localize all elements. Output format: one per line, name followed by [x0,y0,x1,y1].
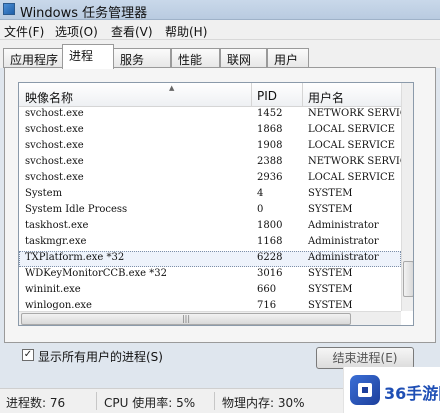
cell-image-name: taskhost.exe [25,220,89,231]
cell-pid: 4 [257,188,264,199]
title-bar: Windows 任务管理器 [0,0,440,21]
process-row[interactable]: System 4 SYSTEM [19,187,401,203]
cell-image-name: TXPlatform.exe *32 [25,252,125,263]
process-row[interactable]: svchost.exe 2388 NETWORK SERVICE [19,155,413,171]
cell-user-name: LOCAL SERVICE [308,124,395,135]
cell-pid: 1452 [257,108,283,119]
column-pid[interactable]: PID [257,89,277,103]
cell-image-name: WDKeyMonitorCCB.exe *32 [25,268,167,279]
cell-pid: 1800 [257,220,283,231]
process-list[interactable]: ▲ 映像名称 PID 用户名 svchost.exe 1452 NETWORK SE… [18,82,414,326]
cell-user-name: NETWORK SERVICE [308,108,414,119]
process-row[interactable]: wininit.exe 660 SYSTEM [19,283,401,299]
vertical-scroll-thumb[interactable] [403,261,413,297]
menu-help[interactable]: 帮助(H) [165,23,207,40]
cell-user-name: LOCAL SERVICE [308,140,395,151]
tab-performance[interactable]: 性能 [171,48,220,68]
show-all-checkbox[interactable]: ✓ [22,349,34,361]
cell-user-name: SYSTEM [308,300,353,311]
status-cpu-usage: CPU 使用率: 5% [104,396,196,410]
process-row[interactable]: TXPlatform.exe *32 6228 Administrator [19,251,401,267]
tab-applications[interactable]: 应用程序 [3,48,63,68]
process-row[interactable]: svchost.exe 2936 LOCAL SERVICE [19,171,401,187]
cell-pid: 6228 [257,252,283,263]
process-row[interactable]: svchost.exe 1868 LOCAL SERVICE [19,123,401,139]
cell-pid: 3016 [257,268,283,279]
menu-bar: 文件(F) 选项(O) 查看(V) 帮助(H) [0,20,440,40]
process-row[interactable]: taskmgr.exe 1168 Administrator [19,235,401,251]
cell-image-name: winlogon.exe [25,300,92,311]
cell-pid: 716 [257,300,277,311]
cell-user-name: SYSTEM [308,268,353,279]
cell-image-name: wininit.exe [25,284,81,295]
menu-view[interactable]: 查看(V) [111,23,153,40]
process-row[interactable]: svchost.exe 1908 LOCAL SERVICE [19,139,401,155]
status-physical-memory: 物理内存: 30% [222,396,305,410]
show-all-label[interactable]: 显示所有用户的进程(S) [38,348,163,365]
cell-pid: 2388 [257,156,283,167]
tab-processes[interactable]: 进程 [62,44,114,69]
cell-image-name: svchost.exe [25,172,84,183]
cell-user-name: SYSTEM [308,284,353,295]
sort-arrow-icon: ▲ [169,84,175,92]
cell-image-name: System Idle Process [25,204,128,215]
cell-user-name: SYSTEM [308,188,353,199]
cell-user-name: Administrator [308,236,379,247]
tab-users[interactable]: 用户 [267,48,309,68]
end-process-button[interactable]: 结束进程(E) [316,347,414,369]
tab-networking[interactable]: 联网 [220,48,267,68]
process-row[interactable]: WDKeyMonitorCCB.exe *32 3016 SYSTEM [19,267,401,283]
watermark-logo-icon [350,375,380,405]
column-divider[interactable] [251,83,252,107]
status-process-count: 进程数: 76 [6,396,66,410]
window-title: Windows 任务管理器 [20,6,148,21]
cell-user-name: LOCAL SERVICE [308,172,395,183]
horizontal-scroll-thumb[interactable]: ||| [21,313,351,325]
horizontal-scrollbar[interactable]: ||| [19,311,401,325]
column-user-name[interactable]: 用户名 [308,89,344,106]
status-divider [214,392,215,410]
watermark-text: 36手游网 [384,384,440,403]
list-header: ▲ 映像名称 PID 用户名 [19,83,401,107]
column-image-name[interactable]: 映像名称 [25,89,73,106]
status-divider [96,392,97,410]
cell-pid: 2936 [257,172,283,183]
cell-user-name: NETWORK SERVICE [308,156,414,167]
cell-pid: 0 [257,204,264,215]
tab-strip: 应用程序 进程 服务 性能 联网 用户 [0,40,440,69]
menu-options[interactable]: 选项(O) [55,23,98,40]
column-divider[interactable] [302,83,303,107]
cell-pid: 1908 [257,140,283,151]
cell-pid: 1168 [257,236,283,247]
process-row[interactable]: System Idle Process 0 SYSTEM [19,203,401,219]
process-row[interactable]: taskhost.exe 1800 Administrator [19,219,401,235]
cell-pid: 1868 [257,124,283,135]
cell-user-name: SYSTEM [308,204,353,215]
menu-file[interactable]: 文件(F) [4,23,44,40]
cell-image-name: svchost.exe [25,156,84,167]
process-rows: svchost.exe 1452 NETWORK SERVICE svchost.ex… [19,107,413,325]
cell-image-name: svchost.exe [25,108,84,119]
cell-user-name: Administrator [308,252,379,263]
vertical-scrollbar[interactable] [401,83,413,311]
task-manager-icon [3,3,15,15]
cell-image-name: System [25,188,63,199]
site-watermark: 36手游网 [343,367,440,413]
cell-image-name: svchost.exe [25,140,84,151]
tab-services[interactable]: 服务 [113,48,171,68]
cell-image-name: svchost.exe [25,124,84,135]
cell-image-name: taskmgr.exe [25,236,87,247]
cell-pid: 660 [257,284,277,295]
process-row[interactable]: svchost.exe 1452 NETWORK SERVICE [19,107,413,123]
cell-user-name: Administrator [308,220,379,231]
